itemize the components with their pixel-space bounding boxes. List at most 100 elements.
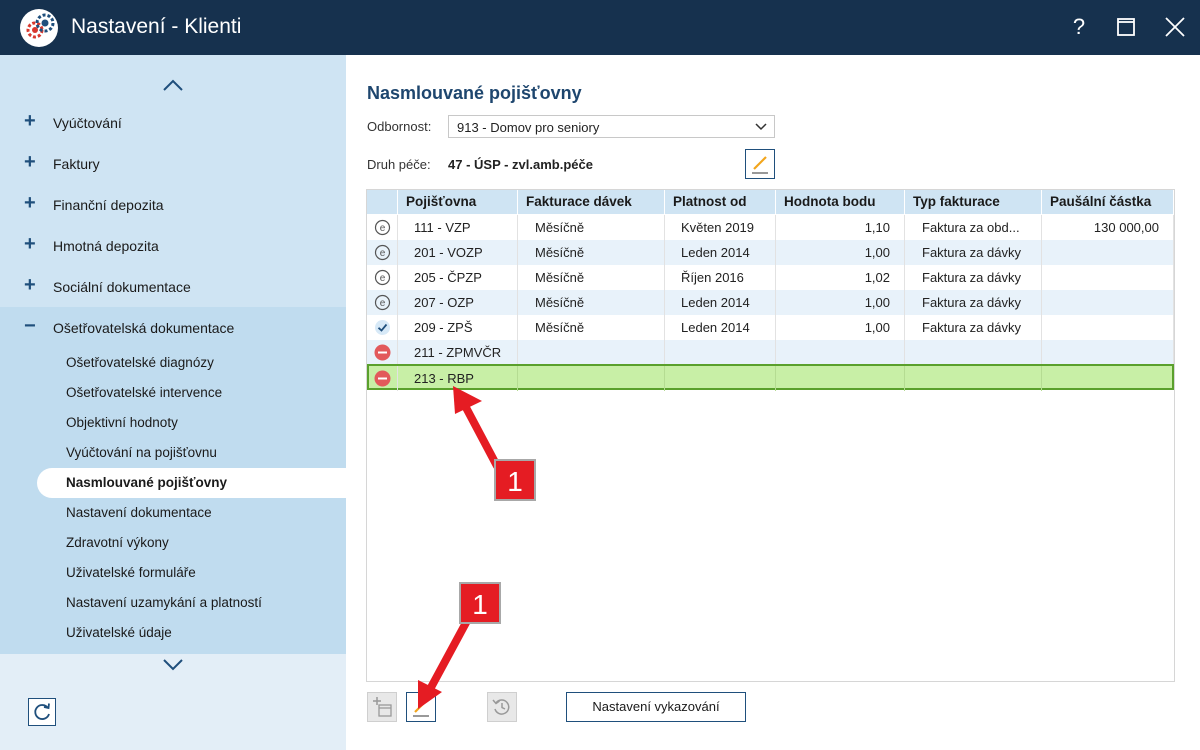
sidebar-subitem-vyuctovani-na-pojistovnu[interactable]: Vyúčtování na pojišťovnu [0,438,346,468]
odbornost-select[interactable]: 913 - Domov pro seniory [448,115,775,138]
plus-icon: + [24,274,36,296]
check-icon [375,320,390,335]
sidebar: + Vyúčtování + Faktury + Finanční depozi… [0,55,346,750]
cell-platnost [665,340,776,365]
edit-druh-pece-button[interactable] [745,149,775,179]
maximize-icon[interactable] [1111,12,1141,42]
cell-typ [905,366,1042,391]
sidebar-subitem-label: Uživatelské údaje [66,625,172,640]
cell-pausal [1042,315,1174,340]
sidebar-subitem-nastaveni-dokumentace[interactable]: Nastavení dokumentace [0,498,346,528]
sidebar-subitem-uzivatelske-formulare[interactable]: Uživatelské formuláře [0,558,346,588]
cell-platnost: Říjen 2016 [665,265,776,290]
sidebar-subitem-zdravotni-vykony[interactable]: Zdravotní výkony [0,528,346,558]
cell-pojistovna: 209 - ZPŠ [398,315,518,340]
svg-text:e: e [380,223,386,234]
cell-pojistovna: 205 - ČPZP [398,265,518,290]
sidebar-subitem-uzamykani[interactable]: Nastavení uzamykání a platností [0,588,346,618]
help-icon[interactable]: ? [1064,12,1094,42]
minus-circle-icon [374,370,391,387]
cell-platnost [665,366,776,391]
cell-pojistovna: 207 - OZP [398,290,518,315]
column-header-pojistovna[interactable]: Pojišťovna [398,190,518,214]
page-title: Nasmlouvané pojišťovny [367,83,582,103]
cell-hodnota: 1,00 [776,290,905,315]
title-bar: Nastavení - Klienti ? [0,0,1200,55]
column-header-pausal[interactable]: Paušální částka [1042,190,1174,214]
chevron-up-icon[interactable] [160,75,186,95]
window-title: Nastavení - Klienti [71,15,242,38]
nastaveni-vykazovani-button[interactable]: Nastavení vykazování [566,692,746,722]
cell-hodnota: 1,02 [776,265,905,290]
annotation-badge: 1 [494,459,536,501]
column-header-typ[interactable]: Typ fakturace [905,190,1042,214]
e-icon: e [374,219,391,236]
cell-pausal [1042,265,1174,290]
sidebar-item-socialni-dokumentace[interactable]: + Sociální dokumentace [0,267,346,308]
cell-platnost: Leden 2014 [665,315,776,340]
sidebar-subitem-nasmlouvane-pojistovny[interactable]: Nasmlouvané pojišťovny [37,468,346,498]
main-panel: Nasmlouvané pojišťovny Odbornost: 913 - … [346,55,1200,750]
cell-fakturace [518,340,665,365]
sidebar-item-faktury[interactable]: + Faktury [0,144,346,185]
column-header-fakturace[interactable]: Fakturace dávek [518,190,665,214]
table-row[interactable]: 211 - ZPMVČR [367,340,1174,365]
add-calendar-icon [373,697,392,717]
svg-text:e: e [380,298,386,309]
chevron-down-icon [755,123,767,131]
table-row-selected[interactable]: 213 - RBP [367,364,1174,391]
sidebar-subitem-label: Nasmlouvané pojišťovny [66,475,228,490]
table-row[interactable]: e 205 - ČPZP Měsíčně Říjen 2016 1,02 Fak… [367,265,1174,290]
column-header-platnost[interactable]: Platnost od [665,190,776,214]
sidebar-item-label: Hmotná depozita [53,238,159,254]
svg-text:e: e [380,273,386,284]
cell-typ: Faktura za dávky [905,265,1042,290]
history-icon [492,699,510,715]
column-header-hodnota[interactable]: Hodnota bodu [776,190,905,214]
cell-typ: Faktura za dávky [905,240,1042,265]
table-row[interactable]: e 201 - VOZP Měsíčně Leden 2014 1,00 Fak… [367,240,1174,265]
history-button[interactable] [487,692,517,722]
cell-typ [905,340,1042,365]
plus-icon: + [24,151,36,173]
cell-typ: Faktura za dávky [905,290,1042,315]
sidebar-item-vyuctovani[interactable]: + Vyúčtování [0,103,346,144]
sidebar-item-label: Vyúčtování [53,115,122,131]
minus-circle-icon [374,344,391,361]
sidebar-subitem-uzivatelske-udaje[interactable]: Uživatelské údaje [0,618,346,648]
table-row[interactable]: e 207 - OZP Měsíčně Leden 2014 1,00 Fakt… [367,290,1174,315]
cell-hodnota: 1,00 [776,315,905,340]
sidebar-item-label: Ošetřovatelská dokumentace [53,320,235,336]
refresh-button[interactable] [28,698,56,726]
sidebar-item-financni-depozita[interactable]: + Finanční depozita [0,185,346,226]
table-row[interactable]: 209 - ZPŠ Měsíčně Leden 2014 1,00 Faktur… [367,315,1174,340]
sidebar-subitem-objektivni-hodnoty[interactable]: Objektivní hodnoty [0,408,346,438]
odbornost-value: 913 - Domov pro seniory [457,120,600,135]
cell-pojistovna: 111 - VZP [398,215,518,240]
cell-typ: Faktura za obd... [905,215,1042,240]
cell-fakturace: Měsíčně [518,290,665,315]
chevron-down-icon[interactable] [160,655,186,675]
sidebar-item-label: Faktury [53,156,100,172]
cell-hodnota [776,340,905,365]
edit-button[interactable] [406,692,436,722]
sidebar-subitem-label: Nastavení dokumentace [66,505,212,520]
plus-icon: + [24,233,36,255]
sidebar-subitem-label: Uživatelské formuláře [66,565,196,580]
sidebar-subitem-intervence[interactable]: Ošetřovatelské intervence [0,378,346,408]
plus-icon: + [24,110,36,132]
add-button[interactable] [367,692,397,722]
close-icon[interactable] [1160,12,1190,42]
pencil-icon [413,699,429,717]
cell-hodnota: 1,10 [776,215,905,240]
minus-icon: − [24,315,36,337]
pencil-icon [752,156,768,174]
cell-platnost: Leden 2014 [665,290,776,315]
sidebar-item-osetrovatelska-dokumentace[interactable]: − Ošetřovatelská dokumentace [0,308,346,349]
app-logo-icon [20,9,58,47]
sidebar-subitem-label: Ošetřovatelské diagnózy [66,355,214,370]
sidebar-subitem-diagnozy[interactable]: Ošetřovatelské diagnózy [0,348,346,378]
table-row[interactable]: e 111 - VZP Měsíčně Květen 2019 1,10 Fak… [367,215,1174,240]
cell-platnost: Leden 2014 [665,240,776,265]
sidebar-item-hmotna-depozita[interactable]: + Hmotná depozita [0,226,346,267]
